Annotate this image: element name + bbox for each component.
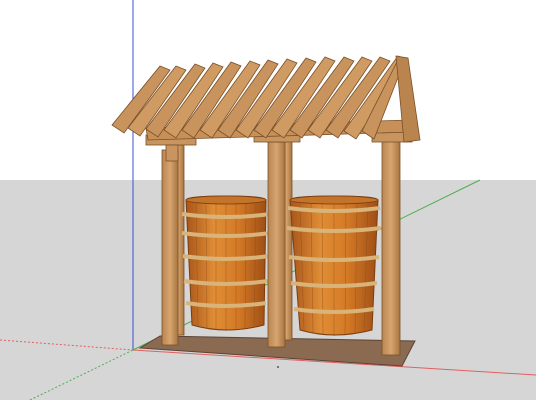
wooden-barrel-right xyxy=(286,195,382,336)
ground-marker xyxy=(277,366,279,368)
3d-modeling-viewport[interactable] xyxy=(0,0,536,400)
scene-canvas[interactable] xyxy=(0,0,536,400)
front-post-left xyxy=(161,149,179,346)
front-post-middle xyxy=(267,141,286,348)
wooden-barrel-left xyxy=(181,195,271,331)
front-post-right xyxy=(381,139,401,356)
